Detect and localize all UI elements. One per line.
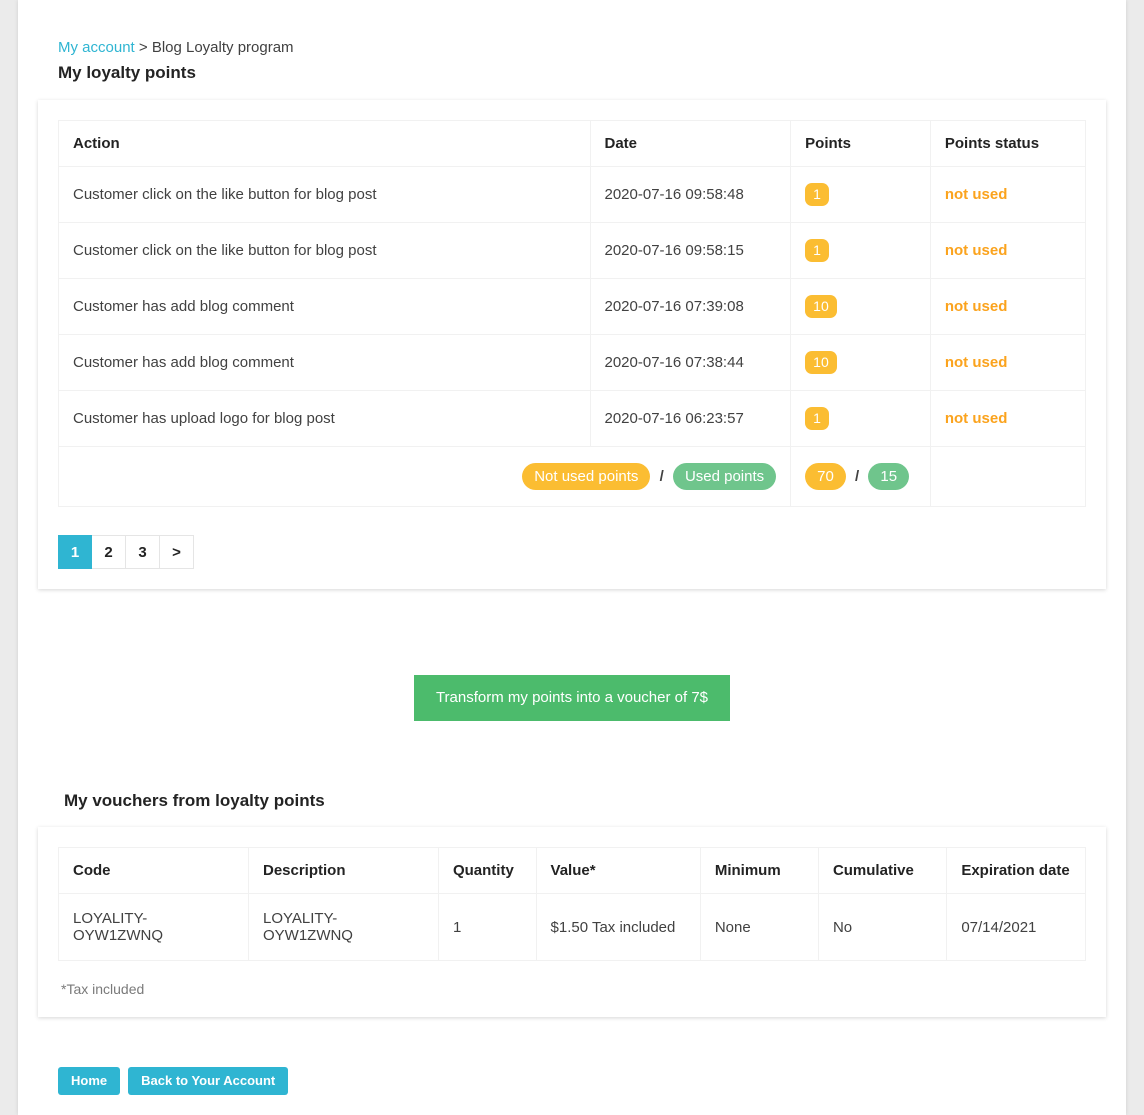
cell-points: 10	[790, 334, 931, 391]
cell-action: Customer click on the like button for bl…	[58, 166, 591, 223]
cell-points-status: not used	[930, 390, 1086, 447]
table-row: Customer has add blog comment 2020-07-16…	[58, 334, 1086, 391]
footer-actions: Home Back to Your Account	[38, 1067, 1106, 1095]
not-used-points-label: Not used points	[522, 463, 651, 490]
points-badge: 10	[805, 295, 837, 318]
table-row: Customer has add blog comment 2020-07-16…	[58, 278, 1086, 335]
status-badge: not used	[944, 354, 1008, 371]
page-title: My loyalty points	[58, 63, 196, 82]
pagination: 1 2 3 >	[58, 535, 1086, 569]
cell-points-status: not used	[930, 334, 1086, 391]
summary-values: 70 / 15	[790, 446, 931, 507]
summary-values-separator: /	[855, 468, 860, 485]
cell-points: 10	[790, 278, 931, 335]
pagination-page-2[interactable]: 2	[92, 535, 126, 569]
not-used-points-value: 70	[805, 463, 846, 490]
vouchers-card: Code Description Quantity Value* Minimum…	[38, 827, 1106, 1017]
summary-empty-cell	[930, 447, 1085, 507]
column-header-value: Value*	[536, 847, 701, 894]
cell-points: 1	[790, 222, 931, 279]
cell-points-status: not used	[930, 222, 1086, 279]
back-to-account-button[interactable]: Back to Your Account	[128, 1067, 289, 1095]
table-row: Customer has upload logo for blog post 2…	[58, 390, 1086, 447]
breadcrumb-current: Blog Loyalty program	[151, 39, 294, 56]
cell-points: 1	[790, 166, 931, 223]
cell-action: Customer has upload logo for blog post	[58, 390, 591, 447]
breadcrumb-link-my-account[interactable]: My account	[58, 39, 135, 56]
table-row: Customer click on the like button for bl…	[58, 166, 1086, 223]
transform-voucher-section: Transform my points into a voucher of 7$	[38, 675, 1106, 721]
pagination-page-1[interactable]: 1	[58, 535, 92, 569]
pagination-page-3[interactable]: 3	[126, 535, 160, 569]
loyalty-points-card: Action Date Points Points status Custome…	[38, 100, 1106, 589]
cell-date: 2020-07-16 06:23:57	[590, 390, 792, 447]
cell-voucher-quantity: 1	[438, 893, 537, 961]
status-badge: not used	[944, 186, 1008, 203]
cell-voucher-expiration: 07/14/2021	[961, 918, 1037, 936]
cell-points: 1	[790, 390, 931, 447]
column-header-points: Points	[790, 120, 931, 167]
points-badge: 10	[805, 351, 837, 374]
column-header-description: Description	[248, 847, 439, 894]
column-header-points-status: Points status	[930, 120, 1086, 167]
cell-date: 2020-07-16 07:38:44	[590, 334, 792, 391]
cell-voucher-description: LOYALITY-OYW1ZWNQ	[248, 893, 439, 961]
breadcrumb-separator: >	[138, 39, 148, 56]
table-header-row: Action Date Points Points status	[58, 120, 1086, 167]
page-container: My account > Blog Loyalty program My loy…	[18, 0, 1126, 1115]
status-badge: not used	[944, 298, 1008, 315]
points-summary-row: Not used points / Used points 70 / 15	[58, 446, 1086, 507]
column-header-minimum: Minimum	[700, 847, 819, 894]
cell-points-status: not used	[930, 278, 1086, 335]
cell-date: 2020-07-16 07:39:08	[590, 278, 792, 335]
summary-labels: Not used points / Used points	[58, 446, 792, 507]
column-header-quantity: Quantity	[438, 847, 537, 894]
breadcrumb: My account > Blog Loyalty program	[38, 38, 1106, 58]
table-row: Customer click on the like button for bl…	[58, 222, 1086, 279]
cell-points-status: not used	[930, 166, 1086, 223]
cell-action: Customer has add blog comment	[58, 334, 591, 391]
points-badge: 1	[805, 239, 829, 262]
tax-included-note: *Tax included	[61, 981, 145, 997]
cell-date: 2020-07-16 09:58:48	[590, 166, 792, 223]
cell-voucher-minimum: None	[700, 893, 819, 961]
used-points-value: 15	[868, 463, 910, 490]
cell-voucher-code: LOYALITY-OYW1ZWNQ	[58, 893, 249, 961]
vouchers-section-title: My vouchers from loyalty points	[64, 791, 325, 810]
loyalty-points-table: Action Date Points Points status Custome…	[58, 120, 1086, 507]
vouchers-table: Code Description Quantity Value* Minimum…	[58, 847, 1086, 961]
cell-voucher-value: $1.50 Tax included	[536, 893, 701, 961]
points-badge: 1	[805, 407, 829, 430]
column-header-date: Date	[590, 120, 792, 167]
status-badge: not used	[944, 242, 1008, 259]
column-header-cumulative: Cumulative	[818, 847, 948, 894]
table-row: LOYALITY-OYW1ZWNQ LOYALITY-OYW1ZWNQ 1 $1…	[58, 893, 1086, 961]
pagination-next-button[interactable]: >	[160, 535, 194, 569]
column-header-expiration-date: Expiration date	[946, 847, 1086, 894]
cell-date: 2020-07-16 09:58:15	[590, 222, 792, 279]
summary-separator: /	[659, 468, 664, 485]
column-header-code: Code	[58, 847, 249, 894]
cell-action: Customer has add blog comment	[58, 278, 591, 335]
transform-points-button[interactable]: Transform my points into a voucher of 7$	[413, 675, 731, 721]
table-header-row: Code Description Quantity Value* Minimum…	[58, 847, 1086, 894]
home-button[interactable]: Home	[58, 1067, 121, 1095]
cell-voucher-cumulative: No	[818, 893, 948, 961]
status-badge: not used	[944, 410, 1008, 427]
used-points-label: Used points	[672, 463, 777, 490]
column-header-action: Action	[58, 120, 591, 167]
cell-action: Customer click on the like button for bl…	[58, 222, 591, 279]
points-badge: 1	[805, 183, 829, 206]
